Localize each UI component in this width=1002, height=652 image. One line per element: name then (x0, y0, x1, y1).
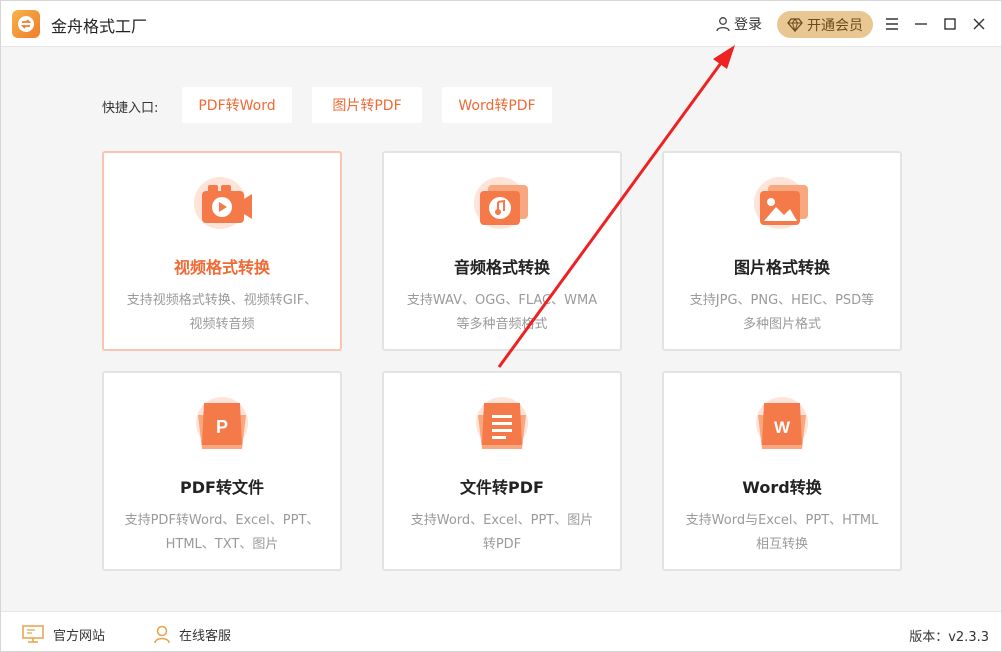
card-video-convert[interactable]: 视频格式转换 支持视频格式转换、视频转GIF、 视频转音频 (102, 151, 342, 351)
app-logo-icon (12, 10, 40, 38)
card-desc-line: 相互转换 (755, 537, 808, 552)
official-website-link[interactable]: 官方网站 (21, 624, 105, 644)
app-window: 金舟格式工厂 登录 开通会员 快捷入口: PDF转Word 图片转PDF Wor… (0, 0, 1002, 652)
maximize-icon[interactable] (941, 15, 959, 33)
card-desc-line: 转PDF (482, 537, 522, 552)
card-desc-line: 支持WAV、OGG、FLAC、WMA (406, 293, 598, 308)
card-desc-line: 支持JPG、PNG、HEIC、PSD等 (689, 293, 875, 308)
version-label: 版本：v2.3.3 (909, 630, 989, 645)
vip-button[interactable]: 开通会员 (777, 11, 873, 38)
user-icon (716, 17, 730, 32)
card-audio-convert[interactable]: 音频格式转换 支持WAV、OGG、FLAC、WMA 等多种音频格式 (382, 151, 622, 351)
card-description: 支持PDF转Word、Excel、PPT、 HTML、TXT、图片 (116, 509, 328, 557)
card-desc-line: 支持视频格式转换、视频转GIF、 (126, 293, 318, 308)
card-description: 支持Word、Excel、PPT、图片 转PDF (396, 509, 608, 557)
card-desc-line: 支持Word与Excel、PPT、HTML (685, 513, 879, 528)
ppt-file-icon: P (196, 397, 248, 449)
quick-word-to-pdf-button[interactable]: Word转PDF (442, 87, 552, 123)
close-icon[interactable] (970, 15, 988, 33)
quick-image-to-pdf-button[interactable]: 图片转PDF (312, 87, 422, 123)
login-label: 登录 (734, 17, 762, 33)
website-label: 官方网站 (53, 628, 106, 644)
music-icon (474, 177, 528, 229)
app-title: 金舟格式工厂 (51, 17, 148, 36)
card-title: 图片格式转换 (733, 258, 830, 277)
card-desc-line: 等多种音频格式 (456, 317, 548, 332)
quick-pdf-to-word-button[interactable]: PDF转Word (182, 87, 292, 123)
support-label: 在线客服 (179, 628, 232, 644)
title-bar: 金舟格式工厂 登录 开通会员 (1, 1, 1001, 47)
minimize-icon[interactable] (912, 15, 930, 33)
card-desc-line: 支持Word、Excel、PPT、图片 (410, 513, 594, 528)
login-button[interactable]: 登录 (715, 14, 762, 34)
monitor-icon (22, 625, 44, 643)
card-title: 视频格式转换 (173, 258, 270, 277)
card-description: 支持WAV、OGG、FLAC、WMA 等多种音频格式 (396, 289, 608, 337)
svg-text:W: W (774, 418, 791, 437)
card-desc-line: HTML、TXT、图片 (165, 537, 279, 552)
card-description: 支持视频格式转换、视频转GIF、 视频转音频 (116, 289, 328, 337)
video-icon (194, 177, 252, 229)
image-icon (754, 177, 808, 229)
support-agent-icon (154, 625, 170, 644)
card-desc-line: 支持PDF转Word、Excel、PPT、 (124, 513, 320, 528)
card-description: 支持JPG、PNG、HEIC、PSD等 多种图片格式 (676, 289, 888, 337)
card-image-convert[interactable]: 图片格式转换 支持JPG、PNG、HEIC、PSD等 多种图片格式 (662, 151, 902, 351)
card-word-convert[interactable]: W Word转换 支持Word与Excel、PPT、HTML 相互转换 (662, 371, 902, 571)
card-desc-line: 多种图片格式 (742, 317, 821, 332)
card-title: 音频格式转换 (453, 258, 550, 277)
card-title: Word转换 (742, 478, 822, 497)
online-support-link[interactable]: 在线客服 (153, 624, 231, 644)
svg-text:P: P (216, 417, 228, 437)
footer-bar: 官方网站 在线客服 版本：v2.3.3 (1, 611, 1001, 651)
card-description: 支持Word与Excel、PPT、HTML 相互转换 (676, 509, 888, 557)
vip-label: 开通会员 (807, 17, 863, 34)
card-title: 文件转PDF (460, 478, 544, 497)
card-desc-line: 视频转音频 (189, 317, 255, 332)
card-pdf-to-file[interactable]: P PDF转文件 支持PDF转Word、Excel、PPT、 HTML、TXT、… (102, 371, 342, 571)
card-title: PDF转文件 (180, 478, 264, 497)
menu-icon[interactable] (883, 15, 901, 33)
document-lines-icon (476, 397, 528, 449)
diamond-icon (787, 17, 803, 32)
word-file-icon: W (756, 397, 808, 449)
quick-entry-label: 快捷入口: (102, 101, 159, 116)
card-file-to-pdf[interactable]: 文件转PDF 支持Word、Excel、PPT、图片 转PDF (382, 371, 622, 571)
